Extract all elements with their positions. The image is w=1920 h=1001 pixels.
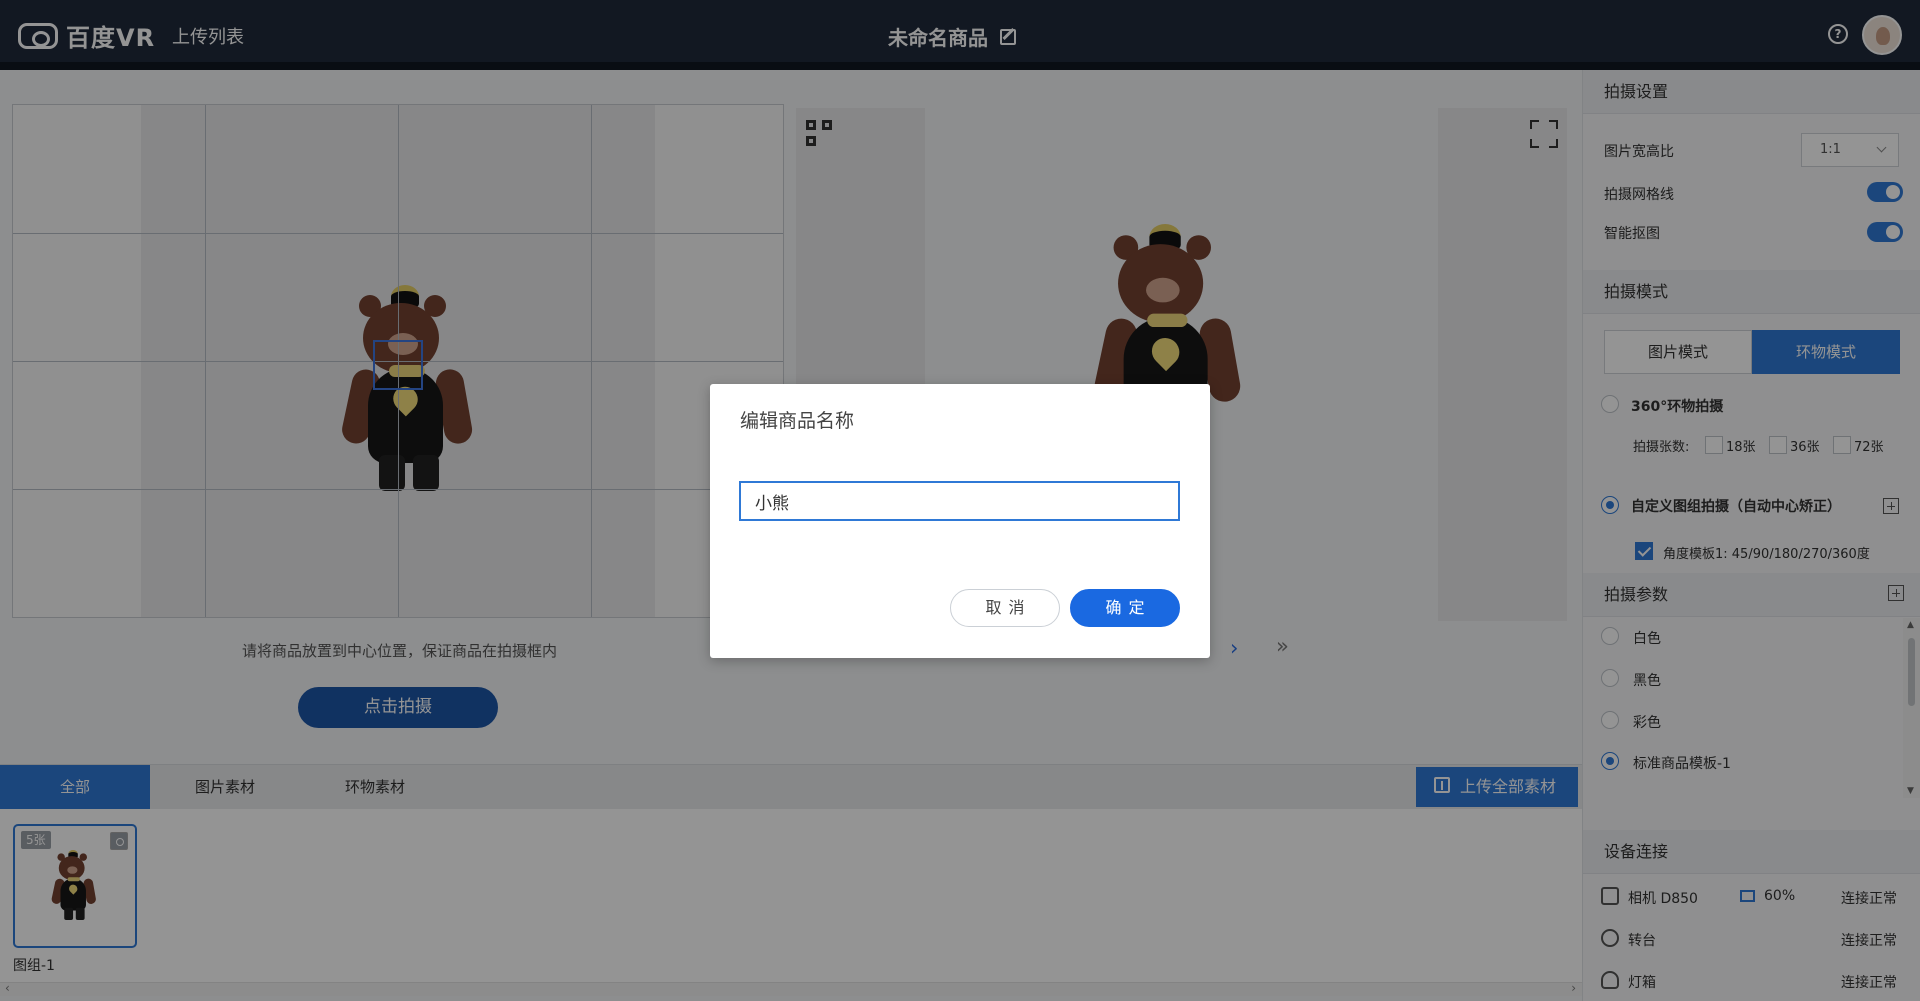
- dialog-title: 编辑商品名称: [740, 410, 855, 432]
- cancel-button[interactable]: 取消: [950, 589, 1060, 627]
- edit-product-name-dialog: 编辑商品名称 取消 确定: [710, 384, 1210, 658]
- confirm-button[interactable]: 确定: [1070, 589, 1180, 627]
- product-name-input[interactable]: [739, 481, 1180, 521]
